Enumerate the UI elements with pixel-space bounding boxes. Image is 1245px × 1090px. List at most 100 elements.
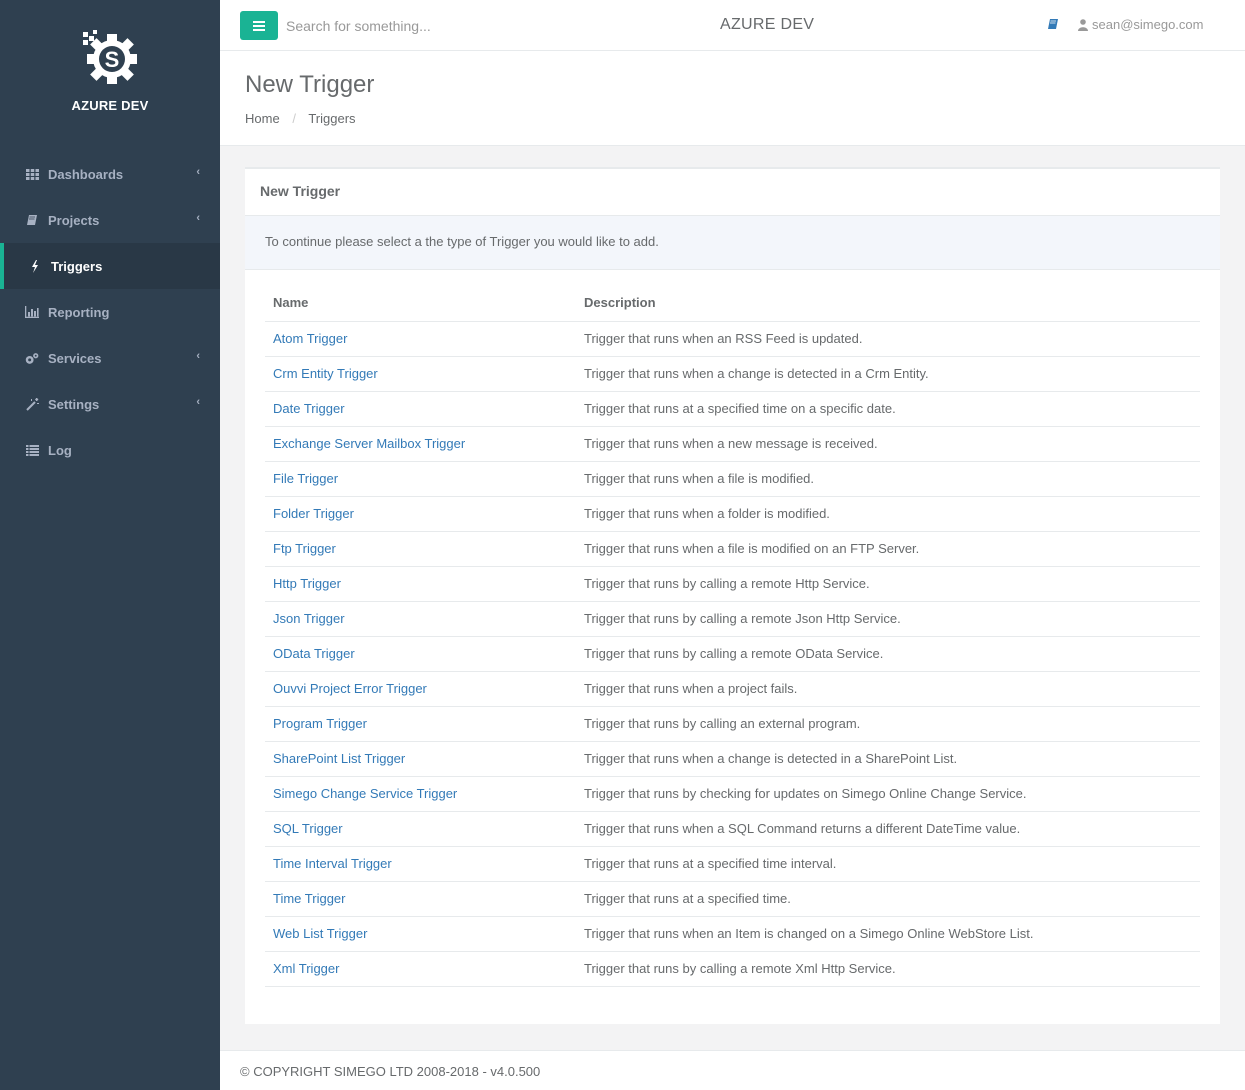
trigger-description-cell: Trigger that runs when a project fails.: [576, 671, 1200, 707]
trigger-types-table: Name Description Atom Trigger Trigger tha…: [265, 285, 1200, 987]
sidebar-item-label: Services: [48, 350, 102, 366]
table-row: Http Trigger Trigger that runs by calling…: [265, 566, 1200, 602]
trigger-description-cell: Trigger that runs when a SQL Command ret…: [576, 811, 1200, 847]
table-row: Atom Trigger Trigger that runs when an RS…: [265, 321, 1200, 357]
trigger-name-cell: Atom Trigger: [265, 321, 576, 357]
list-icon: [25, 443, 39, 457]
sidebar-item-label: Reporting: [48, 304, 110, 320]
sidebar-item-label: Dashboards: [48, 166, 124, 182]
trigger-link[interactable]: Atom Trigger: [273, 331, 347, 346]
sidebar-item-label: Log: [48, 442, 72, 458]
trigger-link[interactable]: Ftp Trigger: [273, 541, 336, 556]
environment-title: AZURE DEV: [720, 16, 815, 33]
trigger-link[interactable]: Http Trigger: [273, 576, 341, 591]
trigger-description-cell: Trigger that runs by calling a remote Ht…: [576, 566, 1200, 602]
table-row: Json Trigger Trigger that runs by calling…: [265, 601, 1200, 637]
table-row: Simego Change Service Trigger Trigger tha…: [265, 776, 1200, 812]
trigger-link[interactable]: SQL Trigger: [273, 821, 343, 836]
trigger-name-cell: Crm Entity Trigger: [265, 356, 576, 392]
trigger-description-cell: Trigger that runs at a specified time.: [576, 881, 1200, 917]
sidebar-item-label: Projects: [48, 212, 100, 228]
footer: © COPYRIGHT SIMEGO LTD 2008-2018 - v4.0.…: [220, 1050, 1245, 1090]
trigger-name-cell: Ouvvi Project Error Trigger: [265, 671, 576, 707]
trigger-description-cell: Trigger that runs by calling a remote OD…: [576, 636, 1200, 672]
trigger-link[interactable]: Date Trigger: [273, 401, 345, 416]
book-icon[interactable]: [1047, 18, 1059, 33]
trigger-link[interactable]: OData Trigger: [273, 646, 355, 661]
chevron-left-icon: ‹: [196, 350, 200, 362]
grid-icon: [25, 167, 39, 181]
sidebar-item-log[interactable]: Log: [0, 427, 220, 473]
trigger-description-cell: Trigger that runs when a new message is …: [576, 426, 1200, 462]
sidebar-item-triggers[interactable]: Triggers: [0, 243, 220, 289]
trigger-link[interactable]: Crm Entity Trigger: [273, 366, 378, 381]
table-row: OData Trigger Trigger that runs by callin…: [265, 636, 1200, 672]
trigger-name-cell: Web List Trigger: [265, 916, 576, 952]
table-row: Time Interval Trigger Trigger that runs a…: [265, 846, 1200, 882]
trigger-description-cell: Trigger that runs by calling a remote Xm…: [576, 951, 1200, 987]
table-row: Web List Trigger Trigger that runs when a…: [265, 916, 1200, 952]
trigger-name-cell: Xml Trigger: [265, 951, 576, 987]
trigger-description-cell: Trigger that runs by calling a remote Js…: [576, 601, 1200, 637]
trigger-description-cell: Trigger that runs when a folder is modif…: [576, 496, 1200, 532]
trigger-link[interactable]: Exchange Server Mailbox Trigger: [273, 436, 465, 451]
chevron-left-icon: ‹: [196, 166, 200, 178]
trigger-description-cell: Trigger that runs when a change is detec…: [576, 356, 1200, 392]
table-row: File Trigger Trigger that runs when a fil…: [265, 461, 1200, 497]
trigger-link[interactable]: Ouvvi Project Error Trigger: [273, 681, 427, 696]
user-icon: [1078, 18, 1088, 31]
user-menu[interactable]: sean@simego.com: [1078, 17, 1203, 32]
chevron-left-icon: ‹: [196, 396, 200, 408]
trigger-link[interactable]: Program Trigger: [273, 716, 367, 731]
book-icon: [25, 213, 39, 227]
trigger-link[interactable]: Web List Trigger: [273, 926, 367, 941]
trigger-description-cell: Trigger that runs by calling an external…: [576, 706, 1200, 742]
trigger-link[interactable]: Time Interval Trigger: [273, 856, 392, 871]
simego-logo-icon: S: [83, 30, 137, 84]
column-header-name: Name: [265, 285, 576, 322]
sidebar-item-dashboards[interactable]: Dashboards ‹: [0, 151, 220, 197]
chevron-left-icon: ‹: [196, 212, 200, 224]
hamburger-icon: [253, 20, 265, 31]
table-row: Ouvvi Project Error Trigger Trigger that …: [265, 671, 1200, 707]
trigger-link[interactable]: SharePoint List Trigger: [273, 751, 405, 766]
trigger-name-cell: File Trigger: [265, 461, 576, 497]
breadcrumb-home[interactable]: Home: [245, 111, 280, 126]
search-input[interactable]: [286, 14, 586, 38]
sidebar-item-reporting[interactable]: Reporting: [0, 289, 220, 335]
column-header-description: Description: [576, 285, 1200, 322]
page-heading: New Trigger Home / Triggers: [220, 51, 1245, 146]
sidebar-item-settings[interactable]: Settings ‹: [0, 381, 220, 427]
logo-area: S AZURE DEV: [0, 0, 220, 140]
sidebar: S AZURE DEV Dashboards ‹ Projects ‹ Trig…: [0, 0, 220, 1090]
table-row: SQL Trigger Trigger that runs when a SQL …: [265, 811, 1200, 847]
magic-wand-icon: [25, 397, 39, 411]
table-row: Ftp Trigger Trigger that runs when a file…: [265, 531, 1200, 567]
trigger-link[interactable]: Json Trigger: [273, 611, 345, 626]
trigger-link[interactable]: Time Trigger: [273, 891, 345, 906]
brand-name: AZURE DEV: [71, 98, 149, 113]
trigger-name-cell: Simego Change Service Trigger: [265, 776, 576, 812]
trigger-link[interactable]: Folder Trigger: [273, 506, 354, 521]
table-row: Folder Trigger Trigger that runs when a f…: [265, 496, 1200, 532]
trigger-name-cell: Json Trigger: [265, 601, 576, 637]
sidebar-item-services[interactable]: Services ‹: [0, 335, 220, 381]
page-title: New Trigger: [245, 71, 375, 98]
trigger-description-cell: Trigger that runs when a file is modifie…: [576, 461, 1200, 497]
trigger-name-cell: OData Trigger: [265, 636, 576, 672]
trigger-name-cell: Time Interval Trigger: [265, 846, 576, 882]
trigger-link[interactable]: File Trigger: [273, 471, 338, 486]
bolt-icon: [28, 259, 42, 273]
trigger-link[interactable]: Simego Change Service Trigger: [273, 786, 457, 801]
sidebar-item-projects[interactable]: Projects ‹: [0, 197, 220, 243]
trigger-name-cell: Time Trigger: [265, 881, 576, 917]
table-row: Xml Trigger Trigger that runs by calling …: [265, 951, 1200, 987]
trigger-description-cell: Trigger that runs at a specified time on…: [576, 391, 1200, 427]
bar-chart-icon: [25, 305, 39, 319]
menu-toggle-button[interactable]: [240, 11, 278, 40]
table-row: Program Trigger Trigger that runs by call…: [265, 706, 1200, 742]
trigger-name-cell: Program Trigger: [265, 706, 576, 742]
table-wrapper: Name Description Atom Trigger Trigger tha…: [245, 270, 1220, 1002]
trigger-link[interactable]: Xml Trigger: [273, 961, 339, 976]
trigger-name-cell: Ftp Trigger: [265, 531, 576, 567]
